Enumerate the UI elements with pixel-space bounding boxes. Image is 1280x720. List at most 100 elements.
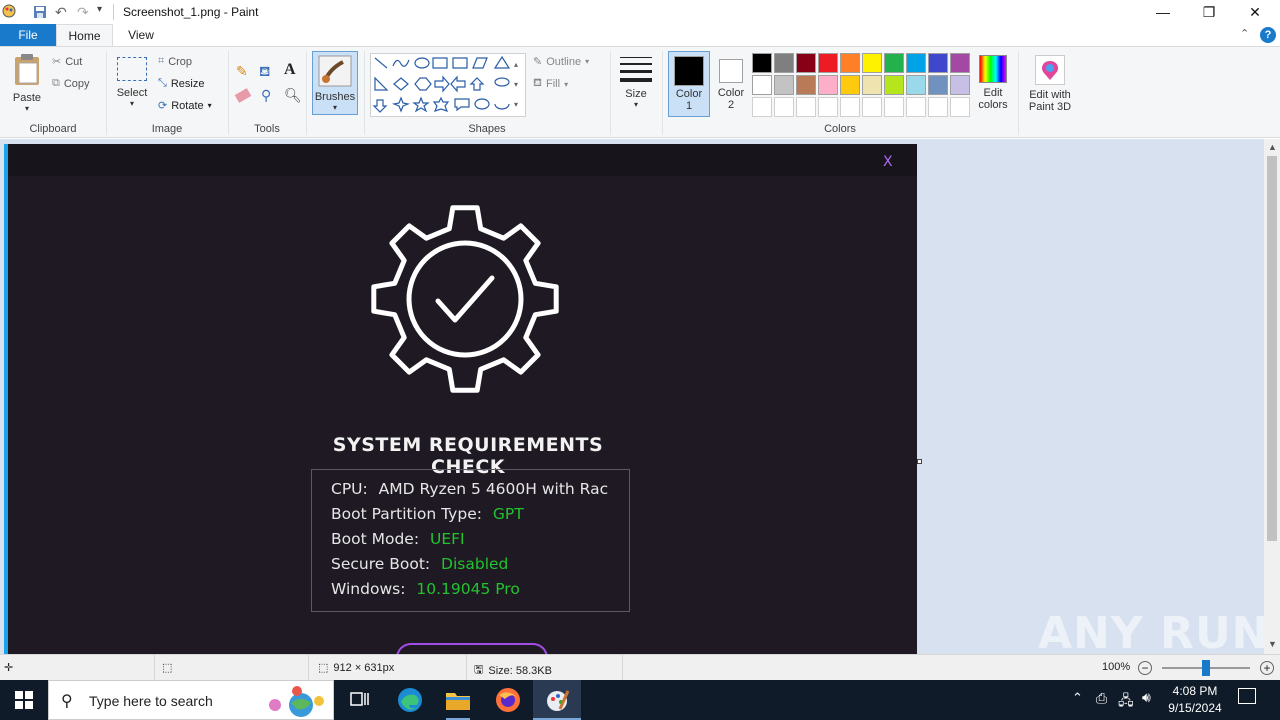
- scroll-up-icon[interactable]: ▲: [1268, 142, 1277, 152]
- shape-option-icon[interactable]: [452, 57, 468, 69]
- palette-swatch[interactable]: [796, 53, 816, 73]
- taskbar-search-box[interactable]: ⚲ Type here to search: [48, 680, 334, 720]
- cut-button[interactable]: ✂ Cut: [52, 55, 82, 69]
- view-tab[interactable]: View: [113, 24, 169, 46]
- zoom-in-icon[interactable]: +: [1260, 661, 1274, 675]
- custom-color-slot[interactable]: [884, 97, 904, 117]
- palette-swatch[interactable]: [796, 75, 816, 95]
- file-explorer-icon[interactable]: [434, 680, 482, 720]
- restore-button[interactable]: ❐: [1186, 0, 1232, 24]
- palette-swatch[interactable]: [884, 75, 904, 95]
- color-picker-icon[interactable]: ⚲: [261, 87, 271, 104]
- meet-now-icon[interactable]: ⎙: [1096, 690, 1107, 707]
- start-button[interactable]: [0, 680, 48, 720]
- dialog-close-icon[interactable]: X: [883, 154, 893, 170]
- custom-color-slot[interactable]: [752, 97, 772, 117]
- palette-swatch[interactable]: [818, 75, 838, 95]
- vertical-scrollbar[interactable]: ▲ ▼: [1264, 139, 1280, 654]
- shape-option-icon[interactable]: [494, 103, 510, 110]
- shape-option-icon[interactable]: [493, 55, 511, 69]
- scrollbar-thumb[interactable]: [1267, 156, 1277, 541]
- file-tab[interactable]: File: [0, 24, 56, 46]
- custom-color-slot[interactable]: [906, 97, 926, 117]
- shape-option-icon[interactable]: [432, 96, 450, 112]
- zoom-slider-thumb[interactable]: [1202, 660, 1210, 676]
- shape-option-icon[interactable]: [414, 77, 432, 91]
- select-button[interactable]: Select ▾: [112, 53, 152, 119]
- save-icon[interactable]: [32, 4, 48, 23]
- palette-swatch[interactable]: [774, 75, 794, 95]
- shape-option-icon[interactable]: [391, 96, 411, 113]
- network-icon[interactable]: 🖧: [1118, 690, 1134, 714]
- size-button[interactable]: Size ▾: [616, 53, 656, 117]
- palette-swatch[interactable]: [928, 53, 948, 73]
- shape-option-icon[interactable]: [454, 98, 470, 112]
- home-tab[interactable]: Home: [56, 24, 113, 46]
- show-hidden-icons-icon[interactable]: ⌃: [1072, 690, 1083, 706]
- palette-swatch[interactable]: [818, 53, 838, 73]
- palette-swatch[interactable]: [840, 75, 860, 95]
- custom-color-slot[interactable]: [774, 97, 794, 117]
- custom-color-slot[interactable]: [862, 97, 882, 117]
- edit-with-paint3d-button[interactable]: Edit with Paint 3D: [1022, 53, 1078, 117]
- shapes-scroll-icon[interactable]: ▴ ▾ ▾: [514, 55, 518, 115]
- shape-option-icon[interactable]: [434, 75, 450, 93]
- edge-browser-icon[interactable]: [386, 680, 434, 720]
- undo-icon[interactable]: ↶: [55, 4, 67, 21]
- crop-button[interactable]: ⌗ Crop: [158, 55, 192, 68]
- pencil-icon[interactable]: ✎: [236, 63, 248, 80]
- palette-swatch[interactable]: [884, 53, 904, 73]
- brushes-button[interactable]: Brushes ▾: [312, 51, 358, 115]
- paste-button[interactable]: Paste ▾: [6, 51, 48, 119]
- shape-option-icon[interactable]: [374, 57, 388, 69]
- custom-color-slot[interactable]: [928, 97, 948, 117]
- color2-button[interactable]: Color 2: [712, 51, 750, 117]
- shapes-gallery[interactable]: [370, 53, 526, 117]
- palette-swatch[interactable]: [774, 53, 794, 73]
- palette-swatch[interactable]: [752, 53, 772, 73]
- resize-handle[interactable]: [917, 459, 922, 464]
- palette-swatch[interactable]: [840, 53, 860, 73]
- close-button[interactable]: ✕: [1232, 0, 1278, 24]
- shape-option-icon[interactable]: [472, 57, 488, 69]
- custom-color-slot[interactable]: [840, 97, 860, 117]
- shape-option-icon[interactable]: [450, 75, 466, 93]
- shape-option-icon[interactable]: [372, 99, 388, 113]
- shape-option-icon[interactable]: [392, 59, 410, 67]
- copy-button[interactable]: ⧉ Copy: [52, 77, 90, 90]
- scroll-down-icon[interactable]: ▼: [1268, 639, 1277, 649]
- custom-color-slot[interactable]: [950, 97, 970, 117]
- minimize-button[interactable]: —: [1140, 0, 1186, 24]
- notification-center-icon[interactable]: [1238, 688, 1256, 704]
- paint-taskbar-icon[interactable]: [533, 680, 581, 720]
- palette-swatch[interactable]: [752, 75, 772, 95]
- eraser-icon[interactable]: [234, 88, 252, 103]
- magnifier-icon[interactable]: 🔍︎: [284, 87, 302, 104]
- outline-button[interactable]: ✎ Outline ▾: [533, 55, 589, 69]
- firefox-icon[interactable]: [484, 680, 532, 720]
- palette-swatch[interactable]: [906, 75, 926, 95]
- color1-button[interactable]: Color 1: [668, 51, 710, 117]
- redo-icon[interactable]: ↷: [77, 4, 89, 21]
- rotate-button[interactable]: ⟳ Rotate ▾: [158, 99, 212, 113]
- palette-swatch[interactable]: [906, 53, 926, 73]
- shape-option-icon[interactable]: [432, 57, 448, 69]
- image-canvas[interactable]: X SYSTEM REQUIREMENTS CHECK CPU: AMD Ryz…: [8, 144, 917, 673]
- custom-color-slot[interactable]: [818, 97, 838, 117]
- paint-app-icon[interactable]: [2, 4, 16, 18]
- shape-option-icon[interactable]: [374, 76, 389, 91]
- shape-option-icon[interactable]: [494, 77, 510, 87]
- help-icon[interactable]: ?: [1260, 27, 1276, 43]
- task-view-icon[interactable]: [336, 680, 384, 720]
- resize-button[interactable]: ⤡ Resize: [158, 77, 204, 90]
- palette-swatch[interactable]: [862, 75, 882, 95]
- shape-option-icon[interactable]: [393, 77, 409, 91]
- collapse-ribbon-icon[interactable]: ⌃: [1240, 27, 1249, 40]
- shape-option-icon[interactable]: [414, 57, 430, 69]
- volume-icon[interactable]: 🔊︎: [1142, 689, 1151, 706]
- palette-swatch[interactable]: [950, 53, 970, 73]
- palette-swatch[interactable]: [862, 53, 882, 73]
- palette-swatch[interactable]: [950, 75, 970, 95]
- custom-color-slot[interactable]: [796, 97, 816, 117]
- shape-option-icon[interactable]: [474, 98, 490, 110]
